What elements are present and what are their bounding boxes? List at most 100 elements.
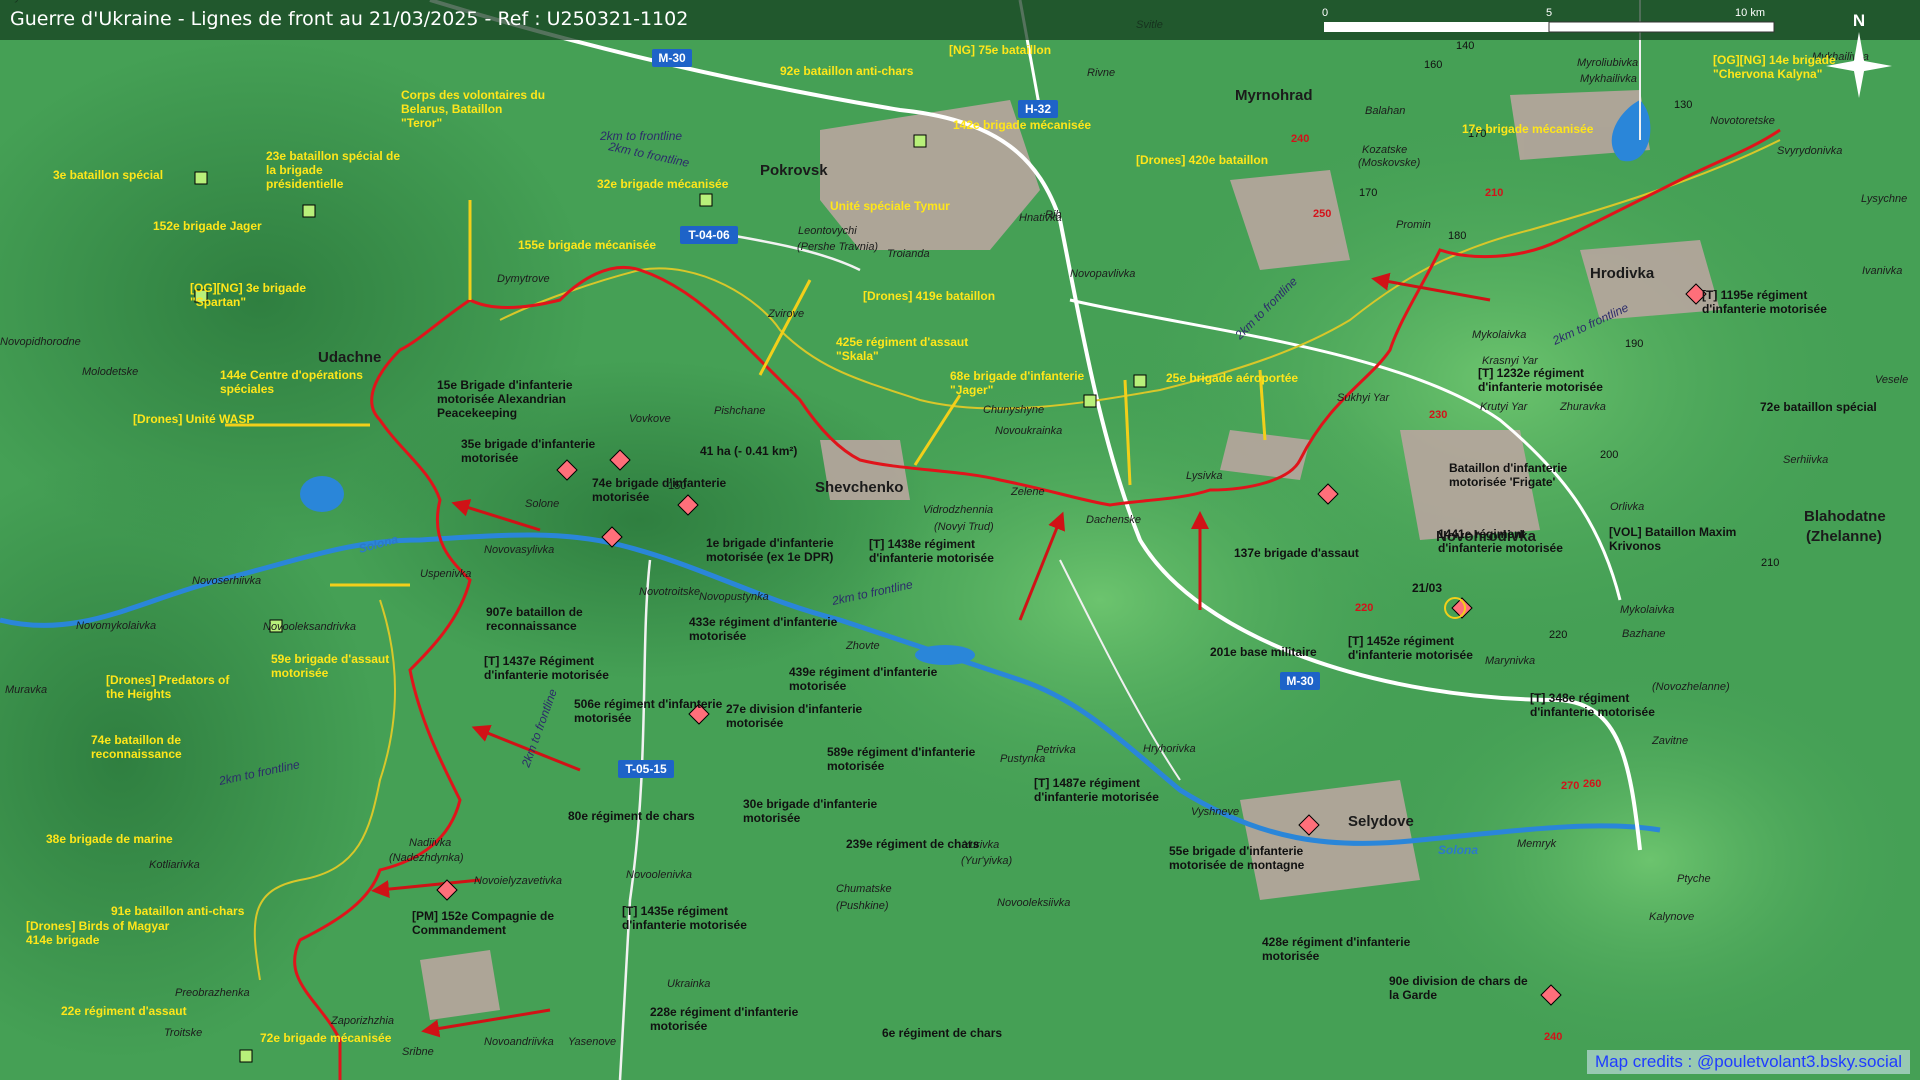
town-label: Mykolaivka — [1472, 329, 1526, 341]
town-label: Krutyi Yar — [1480, 401, 1529, 413]
terrain-shade — [340, 360, 940, 680]
ua-unit-label: Unité spéciale Tymur — [830, 199, 950, 213]
town-label: Novooleksandrivka — [263, 621, 356, 633]
front-distance-label: 2km to frontline — [599, 129, 682, 143]
town-label: (Moskovske) — [1358, 157, 1421, 169]
town-label: Rivne — [1087, 67, 1115, 79]
ua-unit-marker — [699, 193, 713, 207]
city-label: Hrodivka — [1590, 265, 1655, 282]
elevation-label: 240 — [1291, 133, 1309, 145]
area-label: 41 ha (- 0.41 km²) — [700, 444, 797, 458]
ua-unit-label: 3e bataillon spécial — [53, 168, 163, 182]
town-label: Svyrydonivka — [1777, 145, 1842, 157]
town-label: Zvirove — [767, 308, 804, 320]
city-label: (Zhelanne) — [1806, 528, 1882, 545]
ua-unit-marker — [302, 204, 316, 218]
town-label: (Pershe Travnia) — [797, 241, 878, 253]
town-label: Uspenivka — [420, 568, 471, 580]
elevation-label: 200 — [1600, 449, 1618, 461]
elevation-label: 260 — [1583, 778, 1601, 790]
town-label: Serhiivka — [1783, 454, 1828, 466]
town-label: Nadiivka — [409, 837, 451, 849]
ru-unit-label: 201e base militaire — [1210, 645, 1317, 659]
town-label: Sukhyi Yar — [1337, 392, 1391, 404]
ua-unit-label: 38e brigade de marine — [46, 832, 173, 846]
elevation-label: 240 — [1544, 1031, 1562, 1043]
elevation-label: 230 — [1429, 409, 1447, 421]
ua-unit-label: [NG] 75e bataillon — [949, 43, 1051, 57]
ua-unit-label: 74e bataillon de reconnaissance — [91, 733, 182, 761]
town-label: Dachenske — [1086, 514, 1141, 526]
town-label: Leontovychi — [798, 225, 857, 237]
ua-unit-label: 142e brigade mécanisée — [953, 118, 1091, 132]
town-label: Novovasylivka — [484, 544, 554, 556]
scale-label: 0 — [1322, 7, 1328, 19]
elevation-label: 220 — [1355, 602, 1373, 614]
elevation-label: 210 — [1761, 557, 1779, 569]
north-arrow: N — [1826, 11, 1892, 98]
scale-bar: 0 5 10 km — [1322, 7, 1775, 33]
town-label: Ptyche — [1677, 873, 1711, 885]
ua-unit-label: 17e brigade mécanisée — [1462, 122, 1594, 136]
town-label: Kozatske — [1362, 144, 1407, 156]
ua-unit-marker — [194, 171, 208, 185]
elevation-label: 130 — [1674, 99, 1692, 111]
ua-unit-label: 155e brigade mécanisée — [518, 238, 656, 252]
town-label: Myroliubivka — [1577, 57, 1638, 69]
town-label: Dymytrove — [497, 273, 550, 285]
ua-unit-label: 91e bataillon anti-chars — [111, 904, 245, 918]
elevation-label: 180 — [1448, 230, 1466, 242]
town-label: Yasenove — [568, 1036, 616, 1048]
ua-unit-label: 152e brigade Jager — [153, 219, 262, 233]
town-label: Novoandriivka — [484, 1036, 554, 1048]
town-label: Zelene — [1010, 486, 1045, 498]
elevation-label: 250 — [1313, 208, 1331, 220]
elevation-label: 270 — [1561, 780, 1579, 792]
road-shield-label: H-32 — [1025, 102, 1051, 116]
town-label: Lysivka — [1186, 470, 1222, 482]
ua-unit-marker — [913, 134, 927, 148]
ru-unit-label: 72e bataillon spécial — [1760, 400, 1877, 414]
date-marker: 21/03 — [1412, 581, 1442, 595]
ru-unit-label: 137e brigade d'assaut — [1234, 546, 1359, 560]
map-title: Guerre d'Ukraine - Lignes de front au 21… — [10, 8, 689, 30]
road-shield-label: M-30 — [1286, 674, 1314, 688]
urban-sribne — [420, 950, 500, 1020]
road-shield-label: T-05-15 — [625, 762, 667, 776]
ru-unit-label: 239e régiment de chars — [846, 837, 980, 851]
town-label: Orlivka — [1610, 501, 1644, 513]
town-label: Pishchane — [714, 405, 765, 417]
ua-unit-label: 22e régiment d'assaut — [61, 1004, 187, 1018]
ru-unit-label: [T] 1437e Régiment d'infanterie motorisée — [484, 654, 609, 682]
town-label: Solone — [525, 498, 559, 510]
pond — [300, 476, 344, 512]
scale-segment — [1324, 22, 1549, 32]
elevation-label: 220 — [1549, 629, 1567, 641]
town-label: Vidrodzhennia — [923, 504, 993, 516]
town-label: Rih — [1045, 209, 1062, 221]
town-label: Zhovte — [845, 640, 880, 652]
elevation-label: 140 — [1456, 40, 1474, 52]
scale-label: 10 km — [1735, 7, 1765, 19]
town-label: Marynivka — [1485, 655, 1535, 667]
elevation-label: 210 — [1485, 187, 1503, 199]
ru-unit-label: 6e régiment de chars — [882, 1026, 1002, 1040]
ua-unit-label: [Drones] 420e bataillon — [1136, 153, 1268, 167]
town-label: Chumatske — [836, 883, 892, 895]
city-label: Udachne — [318, 349, 381, 366]
compass-star-icon — [1826, 60, 1892, 72]
ua-unit-marker — [239, 1049, 253, 1063]
ua-unit-label: 25e brigade aéroportée — [1166, 371, 1298, 385]
town-label: Novotoretske — [1710, 115, 1775, 127]
town-label: Zaporizhzhia — [330, 1015, 394, 1027]
city-label: Blahodatne — [1804, 508, 1886, 525]
town-label: Balahan — [1365, 105, 1405, 117]
town-label: Mykhailivka — [1580, 73, 1637, 85]
town-label: Novopustynka — [699, 591, 769, 603]
city-label: Shevchenko — [815, 479, 903, 496]
town-label: Memryk — [1517, 838, 1557, 850]
town-label: Muravka — [5, 684, 47, 696]
town-label: Ivanivka — [1862, 265, 1902, 277]
town-label: Ukrainka — [667, 978, 710, 990]
town-label: (Pushkine) — [836, 900, 889, 912]
